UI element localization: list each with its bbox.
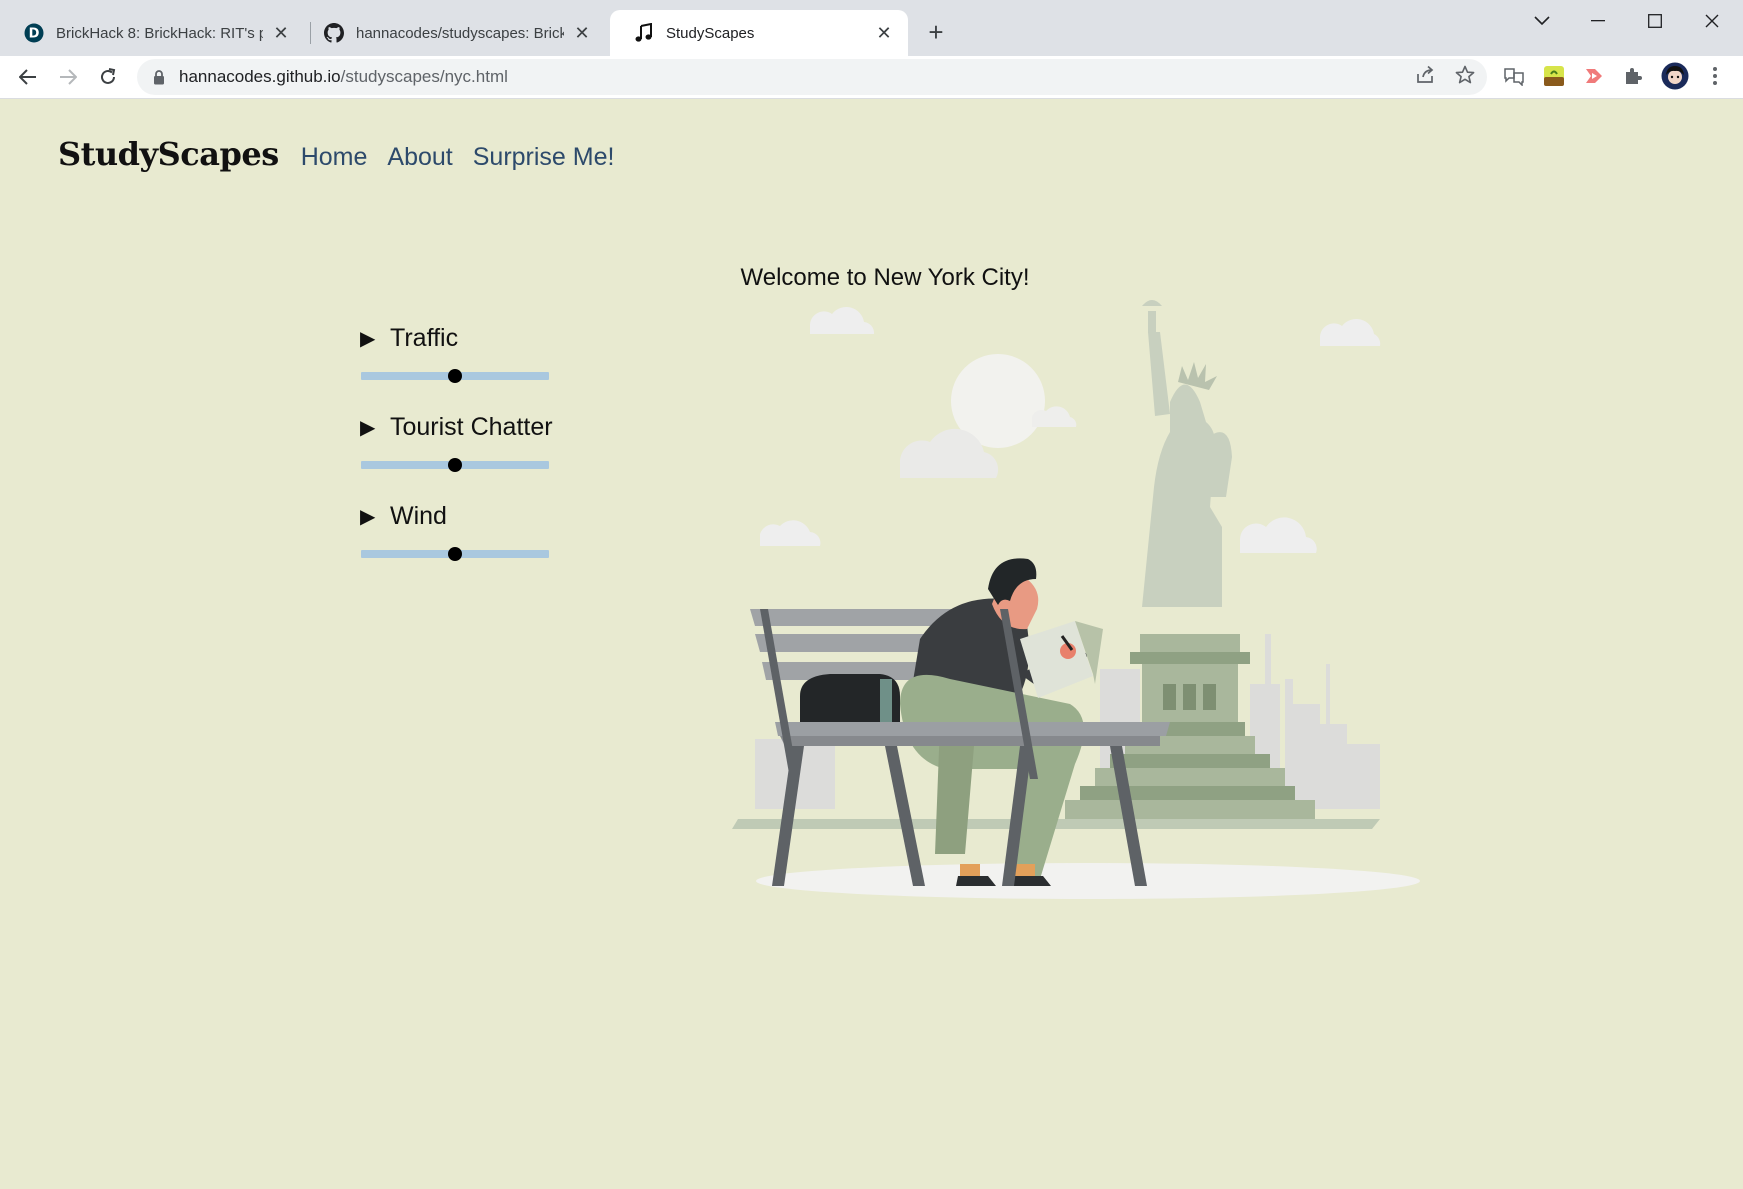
translate-extension-icon[interactable] <box>1502 64 1526 88</box>
nav-link-surprise-me[interactable]: Surprise Me! <box>473 143 615 172</box>
url-path: /studyscapes/nyc.html <box>340 67 508 86</box>
sound-wind: ▶ Wind <box>360 499 560 588</box>
page-content: StudyScapes Home About Surprise Me! Welc… <box>0 99 1743 1189</box>
nav-link-home[interactable]: Home <box>301 143 368 172</box>
share-icon[interactable] <box>1414 64 1436 86</box>
sound-label: Wind <box>390 501 447 530</box>
tab-github[interactable]: hannacodes/studyscapes: BrickHack 8 ✕ <box>300 10 606 56</box>
nyc-illustration <box>732 300 1420 899</box>
site-brand[interactable]: StudyScapes <box>58 135 279 173</box>
window-close-icon[interactable] <box>1692 6 1732 36</box>
tab-brickhack[interactable]: D BrickHack 8: BrickHack: RIT's premier … <box>0 10 305 56</box>
address-bar[interactable]: hannacodes.github.io/studyscapes/nyc.htm… <box>137 59 1487 95</box>
play-icon[interactable]: ▶ <box>360 415 380 440</box>
tab-title: BrickHack 8: BrickHack: RIT's premier ha… <box>56 24 263 42</box>
video-extension-icon[interactable] <box>1582 64 1606 88</box>
browser-toolbar: hannacodes.github.io/studyscapes/nyc.htm… <box>0 56 1743 99</box>
back-arrow-icon[interactable] <box>13 62 43 92</box>
close-icon[interactable]: ✕ <box>271 23 291 43</box>
play-icon[interactable]: ▶ <box>360 504 380 529</box>
url-text: hannacodes.github.io/studyscapes/nyc.htm… <box>179 67 508 87</box>
plant-extension-icon[interactable] <box>1542 64 1566 88</box>
sound-toggle[interactable]: ▶ Traffic <box>360 321 560 355</box>
sound-traffic: ▶ Traffic <box>360 321 560 410</box>
site-nav: StudyScapes Home About Surprise Me! <box>58 135 634 173</box>
maximize-icon[interactable] <box>1635 6 1675 36</box>
sound-controls: ▶ Traffic ▶ Tourist Chatter ▶ Wind <box>360 321 560 588</box>
lock-icon <box>151 69 167 85</box>
music-note-icon <box>634 23 654 43</box>
volume-slider[interactable] <box>361 547 549 561</box>
url-host: hannacodes.github.io <box>179 67 341 86</box>
slider-thumb[interactable] <box>448 458 462 472</box>
sound-tourist-chatter: ▶ Tourist Chatter <box>360 410 560 499</box>
play-icon[interactable]: ▶ <box>360 326 380 351</box>
sound-label: Tourist Chatter <box>390 412 553 441</box>
svg-text:D: D <box>29 27 40 42</box>
devpost-icon: D <box>24 23 44 43</box>
volume-slider[interactable] <box>361 458 549 472</box>
tab-title: hannacodes/studyscapes: BrickHack 8 <box>356 24 564 42</box>
bookmark-star-icon[interactable] <box>1454 64 1476 86</box>
puzzle-extensions-icon[interactable] <box>1621 64 1645 88</box>
github-icon <box>324 23 344 43</box>
sound-toggle[interactable]: ▶ Wind <box>360 499 560 533</box>
close-icon[interactable]: ✕ <box>874 23 894 43</box>
tab-title: StudyScapes <box>666 24 755 42</box>
sound-label: Traffic <box>390 323 459 352</box>
reload-icon[interactable] <box>93 62 123 92</box>
tab-search-chevron-icon[interactable] <box>1522 6 1562 36</box>
new-tab-button[interactable]: + <box>922 17 950 47</box>
slider-thumb[interactable] <box>448 369 462 383</box>
volume-slider[interactable] <box>361 369 549 383</box>
kebab-menu-icon[interactable] <box>1703 64 1727 88</box>
profile-avatar[interactable] <box>1661 62 1689 90</box>
forward-arrow-icon[interactable] <box>53 62 83 92</box>
sound-toggle[interactable]: ▶ Tourist Chatter <box>360 410 560 444</box>
nav-link-about[interactable]: About <box>387 143 452 172</box>
browser-chrome: D BrickHack 8: BrickHack: RIT's premier … <box>0 0 1743 99</box>
tab-strip: D BrickHack 8: BrickHack: RIT's premier … <box>0 0 1743 56</box>
tab-studyscapes[interactable]: StudyScapes ✕ <box>610 10 908 56</box>
minimize-icon[interactable] <box>1578 6 1618 36</box>
slider-thumb[interactable] <box>448 547 462 561</box>
close-icon[interactable]: ✕ <box>572 23 592 43</box>
